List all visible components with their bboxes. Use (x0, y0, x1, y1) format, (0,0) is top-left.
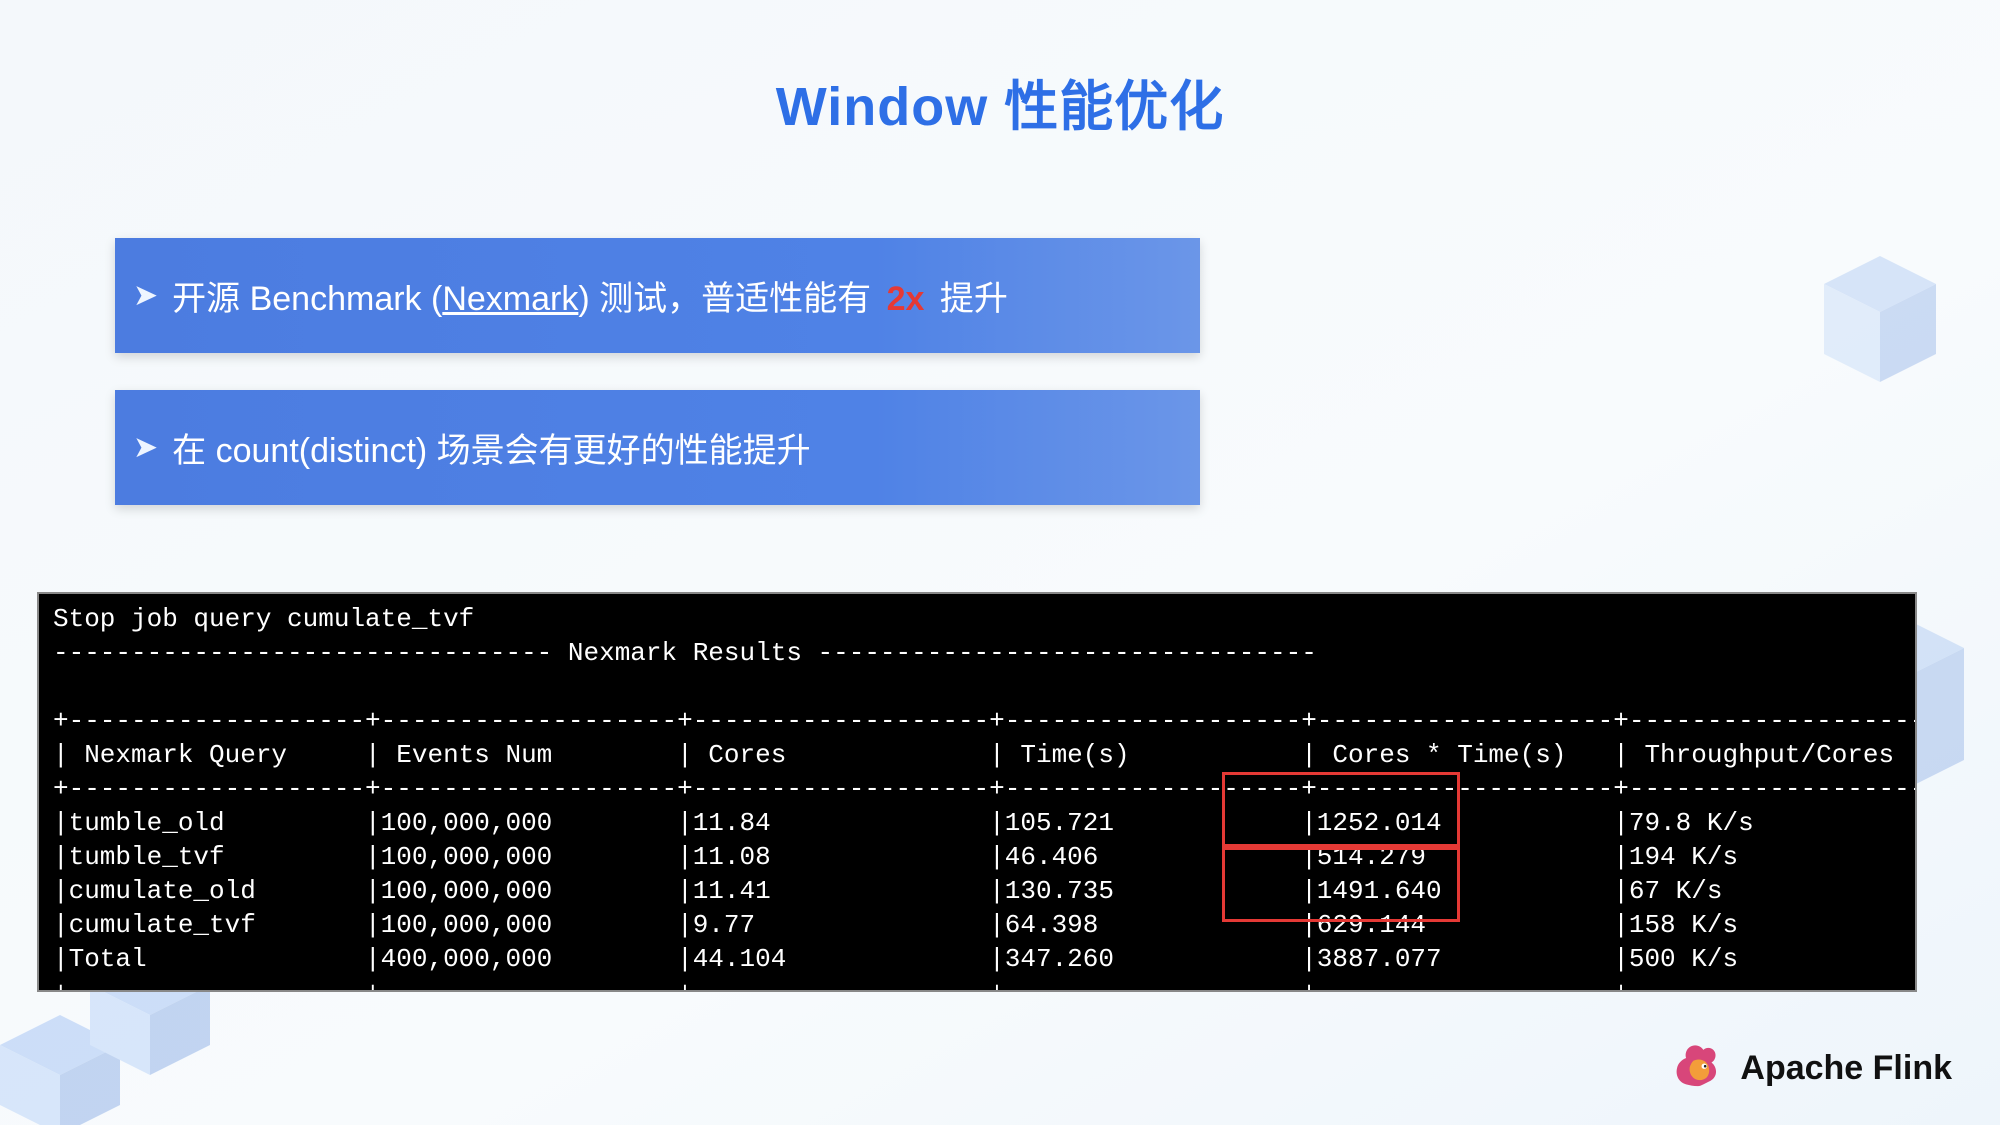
bullet1-prefix: 开源 Benchmark ( (172, 280, 442, 318)
terminal-border-mid: +-------------------+-------------------… (53, 774, 1917, 804)
terminal-data-rows: |tumble_old |100,000,000 |11.84 |105.721… (53, 808, 1917, 974)
bullet1-link: Nexmark (442, 280, 578, 318)
slide: Window 性能优化 ➤ 开源 Benchmark (Nexmark) 测试，… (0, 0, 2000, 1125)
chevron-right-icon: ➤ (133, 278, 158, 313)
bullet-benchmark: ➤ 开源 Benchmark (Nexmark) 测试，普适性能有 2x 提升 (115, 238, 1200, 353)
footer-text: Apache Flink (1740, 1049, 1952, 1088)
terminal-line-stop: Stop job query cumulate_tvf (53, 604, 474, 634)
footer-logo: Apache Flink (1668, 1039, 1952, 1097)
terminal-border-top: +-------------------+-------------------… (53, 706, 1917, 736)
terminal-border-bot: +-------------------+-------------------… (53, 978, 1917, 992)
bullet-count-distinct: ➤ 在 count(distinct) 场景会有更好的性能提升 (115, 390, 1200, 505)
chevron-right-icon: ➤ (133, 430, 158, 465)
terminal-line-heading: -------------------------------- Nexmark… (53, 638, 1317, 668)
terminal-output: Stop job query cumulate_tvf ------------… (37, 592, 1917, 992)
terminal-header: | Nexmark Query | Events Num | Cores | T… (53, 740, 1917, 770)
bullet1-multiplier: 2x (887, 280, 925, 318)
bullet2-text: 在 count(distinct) 场景会有更好的性能提升 (172, 423, 811, 472)
flink-squirrel-icon (1668, 1039, 1726, 1097)
bullet1-mid: ) 测试，普适性能有 (578, 280, 880, 318)
bullet1-suffix: 提升 (930, 280, 1007, 318)
slide-title: Window 性能优化 (0, 62, 2000, 141)
